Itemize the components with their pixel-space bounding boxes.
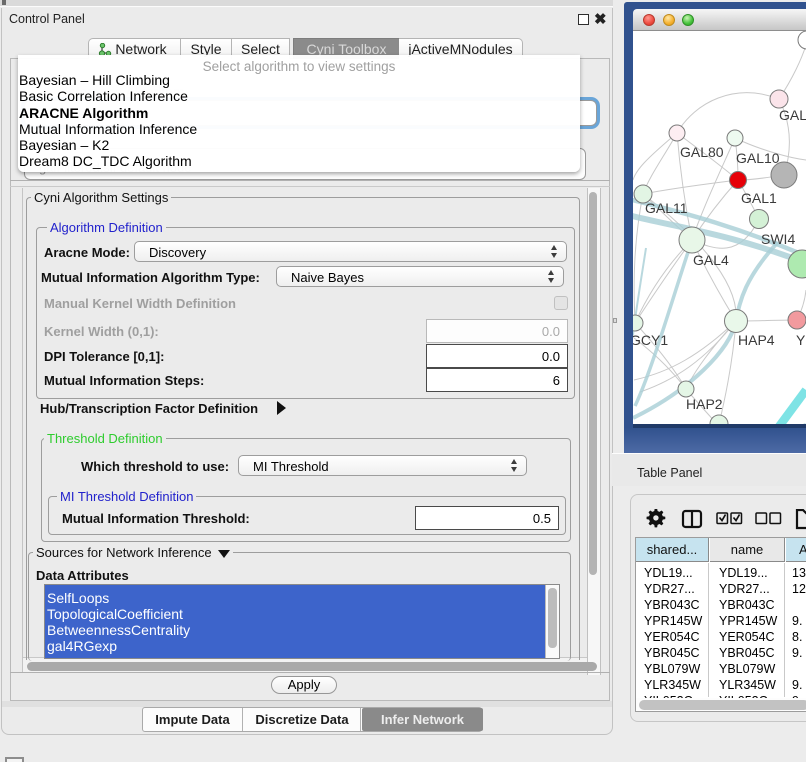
svg-text:Y: Y [796, 332, 806, 348]
svg-text:GAL1: GAL1 [741, 190, 777, 206]
svg-text:HAP2: HAP2 [686, 396, 723, 412]
svg-text:GAL7: GAL7 [779, 107, 806, 123]
svg-text:HAP4: HAP4 [738, 332, 775, 348]
svg-text:GAL10: GAL10 [736, 150, 780, 166]
svg-text:GAL80: GAL80 [680, 144, 724, 160]
svg-text:GCY1: GCY1 [633, 332, 668, 348]
svg-text:SWI4: SWI4 [761, 231, 795, 247]
svg-text:GAL4: GAL4 [693, 252, 729, 268]
svg-text:GAL11: GAL11 [645, 200, 688, 216]
